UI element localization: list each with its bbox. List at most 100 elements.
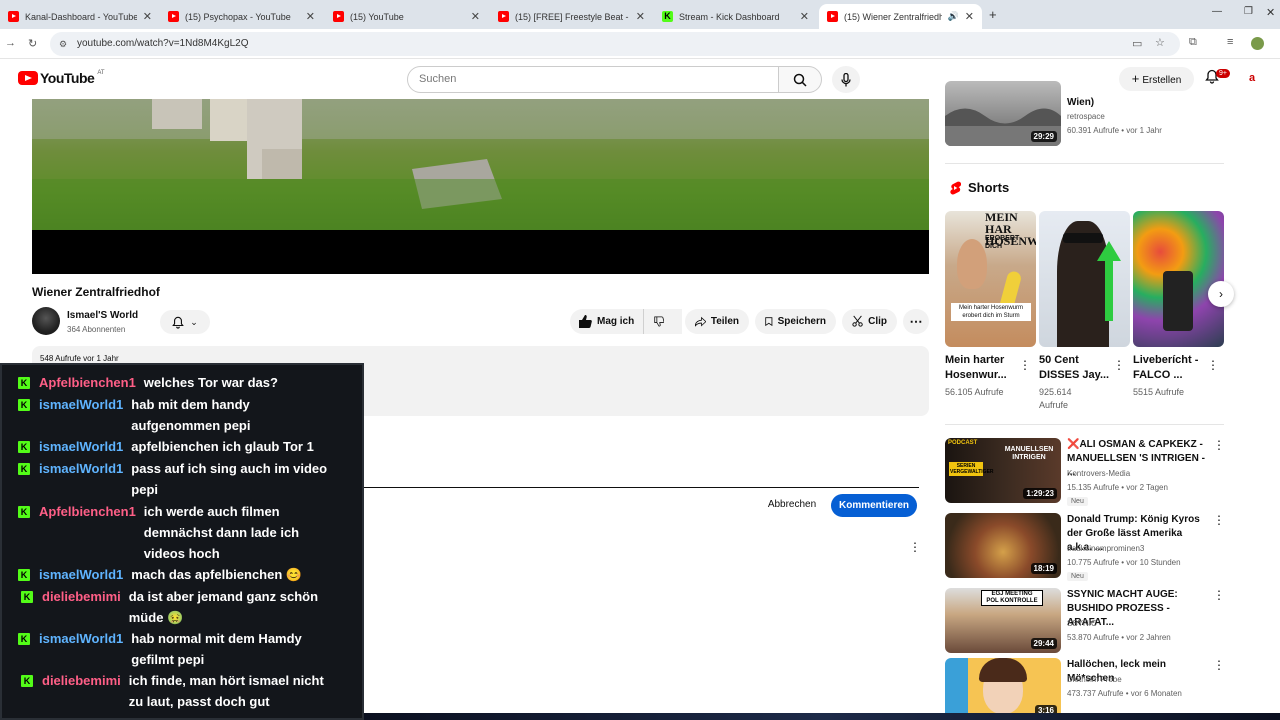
chat-message: K ismaelWorld1 mach das apfelbienchen 😊 (18, 564, 302, 585)
cast-icon[interactable]: ▭ (1132, 37, 1142, 50)
scissors-icon (852, 315, 863, 327)
kick-badge-icon: K (18, 633, 30, 645)
short-thumbnail[interactable]: MEIN HAR HOSENW EROBERT DICH Mein harter… (945, 211, 1036, 347)
shorts-icon (950, 181, 961, 195)
more-vertical-icon[interactable]: ⋮ (1213, 513, 1225, 527)
voice-search-button[interactable] (832, 66, 860, 93)
close-icon[interactable]: ✕ (800, 10, 809, 23)
close-icon[interactable]: ✕ (143, 10, 152, 23)
url-field[interactable]: ⚙ youtube.com/watch?v=1Nd8M4KgL2Q (50, 32, 1180, 56)
chat-text: ich werde auch filmen demnächst dann lad… (143, 504, 300, 561)
extensions-icon[interactable]: ⧉ (1189, 36, 1197, 49)
save-bookmark-icon (765, 317, 773, 327)
clip-button[interactable]: Clip (842, 309, 897, 334)
subscription-bell-button[interactable]: ⌄ (160, 310, 210, 334)
divider (945, 163, 1224, 164)
short-thumbnail[interactable] (1039, 211, 1130, 347)
more-vertical-icon[interactable]: ⋮ (1213, 658, 1225, 672)
short-title[interactable]: Liveberícht - FALCO ... (1133, 353, 1213, 383)
reload-icon[interactable]: ↻ (28, 37, 37, 50)
duration-badge: 29:44 (1030, 638, 1057, 649)
short-title[interactable]: Mein harter Hosenwur... (945, 353, 1025, 383)
close-icon[interactable]: ✕ (965, 10, 974, 23)
submit-comment-button[interactable]: Kommentieren (831, 494, 917, 517)
dislike-button[interactable] (643, 309, 679, 334)
browser-tab[interactable]: K Stream - Kick Dashboard ✕ (654, 4, 817, 29)
more-vertical-icon[interactable]: ⋮ (1213, 438, 1225, 452)
browser-tab[interactable]: (15) Psychopax - YouTube ✕ (160, 4, 323, 29)
short-face (957, 239, 987, 289)
media-icon[interactable]: ≡ (1227, 36, 1233, 48)
share-button[interactable]: Teilen (685, 309, 749, 334)
more-actions-button[interactable]: ⋯ (903, 309, 929, 334)
related-video[interactable]: PODCAST MANUELLSEN INTRIGEN SERIEN VERGE… (945, 438, 1225, 506)
youtube-logo[interactable]: YouTube AT (18, 70, 105, 86)
chat-text: ich finde, man hört ismael nicht zu laut… (128, 673, 324, 709)
close-icon[interactable]: ✕ (636, 10, 645, 23)
search-input[interactable]: Suchen (407, 66, 779, 93)
browser-tab[interactable]: Kanal-Dashboard - YouTube St ✕ (0, 4, 160, 29)
browser-tab-bar: Kanal-Dashboard - YouTube St ✕ (15) Psyc… (0, 0, 1280, 29)
chat-message: K Apfelbienchen1 ich werde auch filmen d… (18, 501, 299, 564)
related-video-top[interactable]: 29:29 Wien) retrospace 60.391 Aufrufe • … (945, 81, 1225, 147)
more-vertical-icon[interactable]: ⋮ (1213, 588, 1225, 602)
profile-avatar[interactable] (1251, 37, 1264, 50)
shorts-heading: Shorts (949, 180, 1009, 195)
duration-badge: 1:29:23 (1023, 488, 1057, 499)
cancel-comment-button[interactable]: Abbrechen (758, 494, 826, 516)
save-button[interactable]: Speichern (755, 309, 836, 334)
more-vertical-icon[interactable]: ⋮ (1113, 358, 1125, 372)
bookmark-star-icon[interactable]: ☆ (1155, 36, 1165, 49)
shorts-next-icon[interactable]: › (1208, 281, 1234, 307)
short-title[interactable]: 50 Cent DISSES Jay... (1039, 353, 1119, 383)
kick-badge-icon: K (18, 463, 30, 475)
channel-name[interactable]: Ismael'S World (67, 310, 138, 321)
youtube-icon (827, 11, 838, 22)
shorts-title: Shorts (968, 180, 1010, 195)
related-video[interactable]: EGJ MEETING POL KONTROLLE 29:44 SSYNIC M… (945, 588, 1225, 653)
kick-badge-icon: K (18, 506, 30, 518)
chat-text: pass auf ich sing auch im video pepi (131, 461, 328, 497)
tab-title: (15) [FREE] Freestyle Beat - "BA (515, 11, 630, 22)
like-label: Mag ich (597, 316, 635, 327)
subscriber-count: 364 Abonnenten (67, 325, 126, 334)
related-video[interactable]: 3:16 Hallöchen, leck mein Mö*schen Dieth… (945, 658, 1225, 720)
thumb-text: EGJ MEETING POL KONTROLLE (981, 590, 1043, 606)
create-button[interactable]: + Erstellen (1119, 67, 1194, 91)
browser-tab-active[interactable]: (15) Wiener Zentralfriedhof 🔊 ✕ (819, 4, 982, 29)
new-tab-icon[interactable]: + (989, 7, 997, 22)
comment-input-underline[interactable] (364, 487, 919, 488)
chat-message: K dieliebemimi da ist aber jemand ganz s… (21, 586, 318, 628)
more-vertical-icon[interactable]: ⋮ (1019, 358, 1031, 372)
thumb-text: PODCAST (948, 440, 978, 446)
chat-username: ismaelWorld1 (39, 439, 124, 454)
comment-menu-icon[interactable]: ⋮ (909, 540, 921, 554)
close-icon[interactable]: ✕ (306, 10, 315, 23)
channel-name: Kontrovers-Media (1067, 469, 1131, 478)
search-button[interactable] (778, 66, 822, 93)
close-icon[interactable]: ✕ (471, 10, 480, 23)
youtube-play-icon (18, 71, 38, 85)
speaker-icon[interactable]: 🔊 (948, 11, 959, 22)
channel-avatar[interactable] (32, 307, 60, 335)
views-date: 548 Aufrufe vor 1 Jahr (40, 354, 119, 363)
restore-icon[interactable]: ❐ (1244, 6, 1253, 17)
duration-badge: 18:19 (1030, 563, 1057, 574)
short-caption: Mein harter Hosenwurm erobert dich im St… (951, 303, 1031, 321)
browser-tab[interactable]: (15) [FREE] Freestyle Beat - "BA ✕ (490, 4, 653, 29)
new-badge: Neu (1067, 572, 1088, 581)
window-close-icon[interactable]: ✕ (1266, 6, 1275, 19)
related-video[interactable]: 18:19 Donald Trump: König Kyros der Groß… (945, 513, 1225, 581)
share-icon (695, 316, 706, 327)
bell-icon (172, 316, 185, 329)
chat-username: dieliebemimi (42, 589, 121, 604)
forward-icon[interactable]: → (5, 37, 16, 49)
more-vertical-icon[interactable]: ⋮ (1207, 358, 1219, 372)
minimize-icon[interactable]: — (1212, 6, 1222, 17)
browser-tab[interactable]: (15) YouTube ✕ (325, 4, 488, 29)
site-info-icon[interactable]: ⚙ (59, 32, 67, 56)
video-meta: 53.870 Aufrufe • vor 2 Jahren (1067, 633, 1171, 642)
video-player[interactable] (32, 99, 929, 274)
short-thumbnail[interactable] (1133, 211, 1224, 347)
account-avatar[interactable]: a (1249, 72, 1255, 84)
